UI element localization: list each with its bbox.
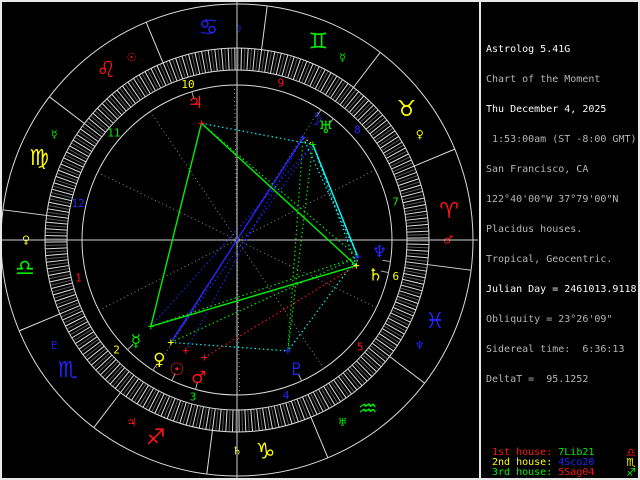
house-cusp-list: 1st house: 7Lib21 ♎ 2nd house: 4Sco20 ♏ 3r… <box>486 447 636 480</box>
house-number: 6 <box>393 270 400 283</box>
header-line: Julian Day = 2461013.9118 <box>486 284 637 295</box>
chart-wheel: ♈♂♉♀♊☿♋ ☽♌☉♍☿♎♀♏♇♐♃♑♄♒♅♓♆123 456789101112☉… <box>0 1 478 479</box>
aspect-line <box>201 122 359 258</box>
ruler-glyph-icon: ♆ <box>415 339 425 352</box>
aspect-line <box>185 137 304 351</box>
header-line: Sidereal time: 6:36:13 <box>486 344 625 355</box>
house-number: 3 <box>190 390 197 403</box>
header-line: Astrolog 5.41G <box>486 44 571 55</box>
planet-glyph-icon: ♂ <box>191 368 206 388</box>
aspect-line <box>150 123 203 327</box>
astrolog-window: ♈ ♂ ♉ ♀ ♊ ☿ ♋ ☽ ♌ ☉ ♍ ☿ ♎ ♀ ♏ ♇ ♐ ♃ ♑ ♄ ♒ ♅ ♓ ♆ 1 2 3 4 5 6 7 8 9 10 11 12 ☉… <box>0 0 640 480</box>
house-number: 7 <box>392 195 399 208</box>
ruler-glyph-icon: ♅ <box>338 416 348 429</box>
planet-glyph-icon: ♅ <box>318 118 333 138</box>
ruler-glyph-icon: ☿ <box>339 51 346 64</box>
planet-glyph-icon: ♀ <box>153 350 165 370</box>
aspect-line <box>204 265 357 359</box>
sign-glyph-icon: ♓ <box>425 309 445 334</box>
aspect-line <box>312 144 357 266</box>
planet-glyph-icon: ♃ <box>188 93 203 113</box>
aspect-line <box>150 265 357 328</box>
header-line: Chart of the Moment <box>486 74 601 85</box>
header-line: 1:53:00am (ST -8:00 GMT) <box>486 134 637 145</box>
header-line: Placidus houses. <box>486 224 583 235</box>
header-line: San Francisco, CA <box>486 164 589 175</box>
planet-glyph-icon: ☿ <box>131 331 141 351</box>
header-line: Obliquity = 23°26'09" <box>486 314 613 325</box>
aspect-line <box>287 137 304 351</box>
sign-glyph-icon: ♑ <box>256 440 276 465</box>
ruler-glyph-icon: ☿ <box>51 128 58 141</box>
chart-header: Astrolog 5.41G Chart of the Moment Thu D… <box>486 25 637 405</box>
ruler-glyph-icon: ♀ <box>416 128 424 141</box>
sign-glyph-icon: ♐ <box>146 425 166 450</box>
sign-glyph-icon: ♌ <box>96 58 116 83</box>
house-number: 4 <box>283 389 290 402</box>
info-panel: Astrolog 5.41G Chart of the Moment Thu D… <box>486 5 637 480</box>
aspect-line <box>302 137 359 258</box>
sign-glyph-icon: ♉ <box>397 97 417 122</box>
planet-glyph-icon: ♄ <box>368 265 383 285</box>
ruler-glyph-icon: ♇ <box>49 339 59 352</box>
ruler-glyph-icon: ☉ <box>127 51 137 64</box>
header-line: Thu December 4, 2025 <box>486 104 607 115</box>
sign-glyph-icon: ♏ <box>58 358 78 383</box>
sign-glyph-icon: ♍ <box>29 146 49 171</box>
sign-glyph-icon: ♒ <box>358 397 378 422</box>
header-line: DeltaT = 95.1252 <box>486 374 589 385</box>
house-number: 12 <box>72 197 85 210</box>
aspect-line <box>150 144 314 327</box>
sign-glyph-icon: ♊ <box>309 30 329 55</box>
sign-glyph-icon: ♈ <box>439 199 459 224</box>
sign-glyph-icon: ♋ <box>199 15 219 40</box>
house-number: 5 <box>357 340 364 353</box>
planet-glyph-icon: ♇ <box>289 360 304 380</box>
house-number: 10 <box>181 78 194 91</box>
planet-glyph-icon: ♆ <box>372 243 387 263</box>
sign-glyph-icon: ♎ <box>15 256 35 281</box>
aspect-line <box>287 256 359 352</box>
ruler-glyph-icon: ♃ <box>127 416 137 429</box>
house-number: 8 <box>354 124 361 137</box>
house-number: 1 <box>75 272 82 285</box>
header-line: Tropical, Geocentric. <box>486 254 613 265</box>
aspect-line <box>201 122 313 146</box>
planet-glyph-icon: ☉ <box>169 360 184 380</box>
aspect-line <box>170 144 314 343</box>
header-line: 122°40'00"W 37°79'00"N <box>486 194 619 205</box>
house-number: 9 <box>278 77 285 90</box>
panel-divider <box>479 0 481 480</box>
house-number: 11 <box>107 127 120 140</box>
house-number: 2 <box>113 343 120 356</box>
